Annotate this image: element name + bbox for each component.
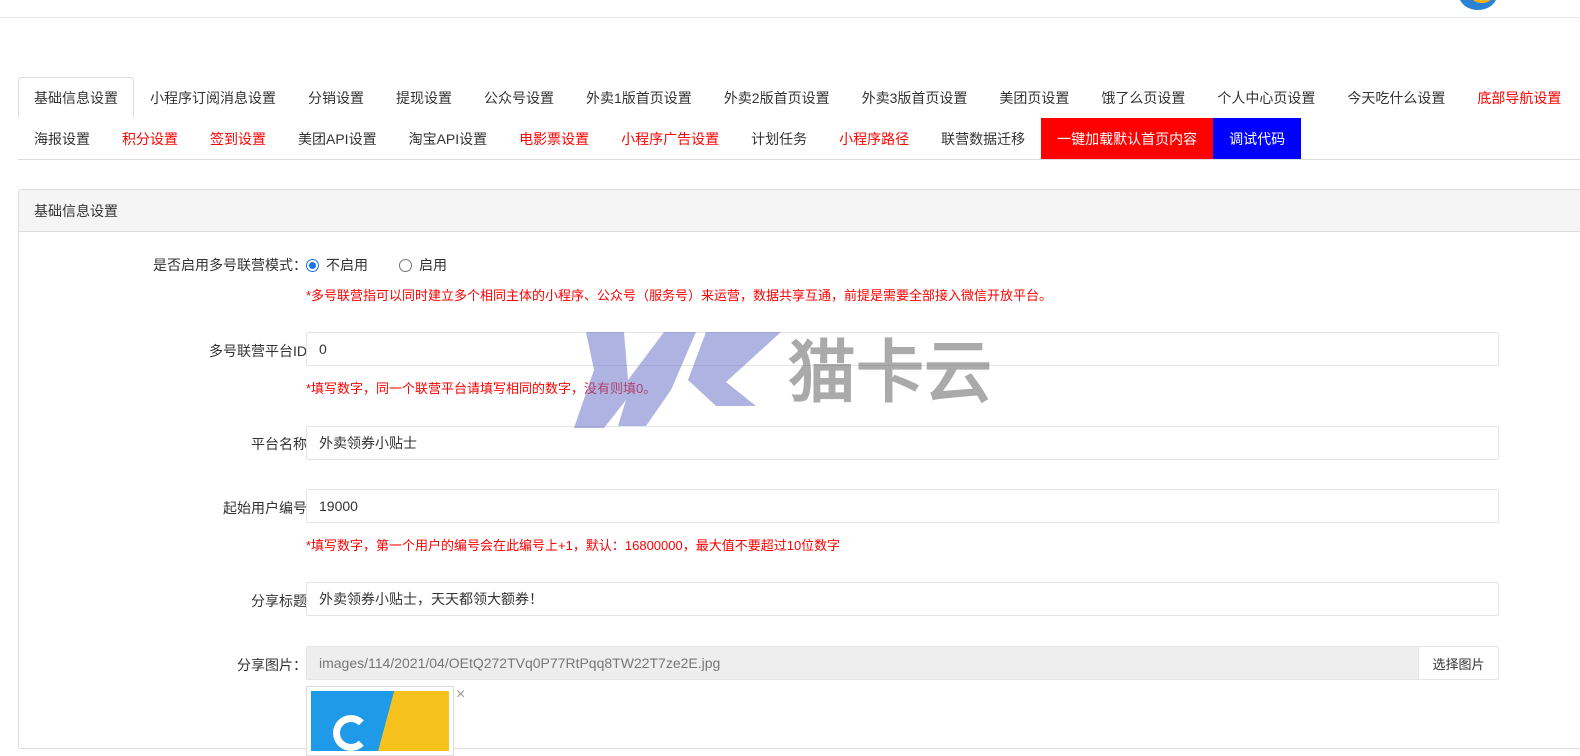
tab-official-account[interactable]: 公众号设置: [468, 77, 570, 118]
tab-movie-ticket[interactable]: 电影票设置: [503, 118, 605, 159]
tabs-row-2: 海报设置 积分设置 签到设置 美团API设置 淘宝API设置 电影票设置 小程序…: [18, 118, 1580, 159]
platform-name-input[interactable]: [306, 426, 1499, 460]
tab-eleme-page[interactable]: 饿了么页设置: [1085, 77, 1201, 118]
multi-mode-radio-group: 不启用 启用: [306, 255, 478, 275]
tab-waimai-v1-home[interactable]: 外卖1版首页设置: [570, 77, 708, 118]
debug-code-button[interactable]: 调试代码: [1213, 118, 1302, 159]
tab-taobao-api[interactable]: 淘宝API设置: [393, 118, 504, 159]
share-image-thumbnail: [306, 686, 454, 756]
platform-name-label: 平台名称: [251, 436, 307, 452]
share-title-input[interactable]: [306, 582, 1499, 616]
tab-bottom-nav[interactable]: 底部导航设置: [1461, 77, 1577, 118]
tab-user-center[interactable]: 个人中心页设置: [1201, 77, 1331, 118]
platform-id-label: 多号联营平台ID: [209, 343, 307, 359]
tab-data-migration[interactable]: 联营数据迁移: [925, 118, 1041, 159]
radio-enable-label: 启用: [419, 257, 447, 273]
share-title-label: 分享标题: [251, 593, 307, 609]
tabs-row-1: 基础信息设置 小程序订阅消息设置 分销设置 提现设置 公众号设置 外卖1版首页设…: [18, 77, 1580, 118]
tab-checkin[interactable]: 签到设置: [194, 118, 282, 159]
tab-scheduled-tasks[interactable]: 计划任务: [735, 118, 823, 159]
panel-heading: 基础信息设置: [19, 190, 1580, 232]
user-avatar[interactable]: [1459, 0, 1497, 10]
tab-waimai-v2-home[interactable]: 外卖2版首页设置: [708, 77, 846, 118]
share-image-path-input[interactable]: [306, 646, 1418, 680]
tab-subscribe-msg[interactable]: 小程序订阅消息设置: [134, 77, 292, 118]
radio-disable-dot[interactable]: [306, 258, 319, 272]
choose-image-button[interactable]: 选择图片: [1418, 646, 1499, 680]
tab-points[interactable]: 积分设置: [106, 118, 194, 159]
tab-what-to-eat[interactable]: 今天吃什么设置: [1331, 77, 1461, 118]
multi-mode-help: *多号联营指可以同时建立多个相同主体的小程序、公众号（服务号）来运营，数据共享互…: [306, 288, 1053, 303]
radio-disable-label: 不启用: [326, 257, 368, 273]
tab-meituan-api[interactable]: 美团API设置: [282, 118, 393, 159]
radio-enable-dot[interactable]: [399, 258, 412, 272]
multi-mode-label: 是否启用多号联营模式：: [153, 257, 307, 273]
tab-meituan-page[interactable]: 美团页设置: [983, 77, 1085, 118]
share-image-preview: [311, 691, 449, 751]
platform-id-input[interactable]: [306, 332, 1499, 366]
tab-withdraw[interactable]: 提现设置: [380, 77, 468, 118]
tabs-divider: [18, 159, 1580, 160]
tab-miniapp-path[interactable]: 小程序路径: [823, 118, 925, 159]
tab-waimai-v3-home[interactable]: 外卖3版首页设置: [846, 77, 984, 118]
radio-enable[interactable]: 启用: [399, 255, 447, 275]
top-bar: [0, 0, 1580, 18]
tab-distribution[interactable]: 分销设置: [292, 77, 380, 118]
platform-id-help: *填写数字，同一个联营平台请填写相同的数字，没有则填0。: [306, 381, 657, 396]
tab-poster[interactable]: 海报设置: [18, 118, 106, 159]
eleme-logo-icon: [333, 715, 369, 751]
load-default-home-button[interactable]: 一键加载默认首页内容: [1041, 118, 1214, 159]
basic-info-panel: 基础信息设置 是否启用多号联营模式： 不启用 启用 *多号联营指可以同时建立多个…: [18, 189, 1580, 756]
start-user-no-label: 起始用户编号: [223, 500, 307, 516]
radio-disable[interactable]: 不启用: [306, 255, 368, 275]
remove-image-icon[interactable]: ×: [456, 686, 465, 704]
tab-miniapp-ads[interactable]: 小程序广告设置: [605, 118, 735, 159]
start-user-no-help: *填写数字，第一个用户的编号会在此编号上+1，默认：16800000，最大值不要…: [306, 538, 841, 553]
tab-basic-info[interactable]: 基础信息设置: [18, 77, 134, 118]
share-image-label: 分享图片：: [237, 657, 307, 673]
start-user-no-input[interactable]: [306, 489, 1499, 523]
